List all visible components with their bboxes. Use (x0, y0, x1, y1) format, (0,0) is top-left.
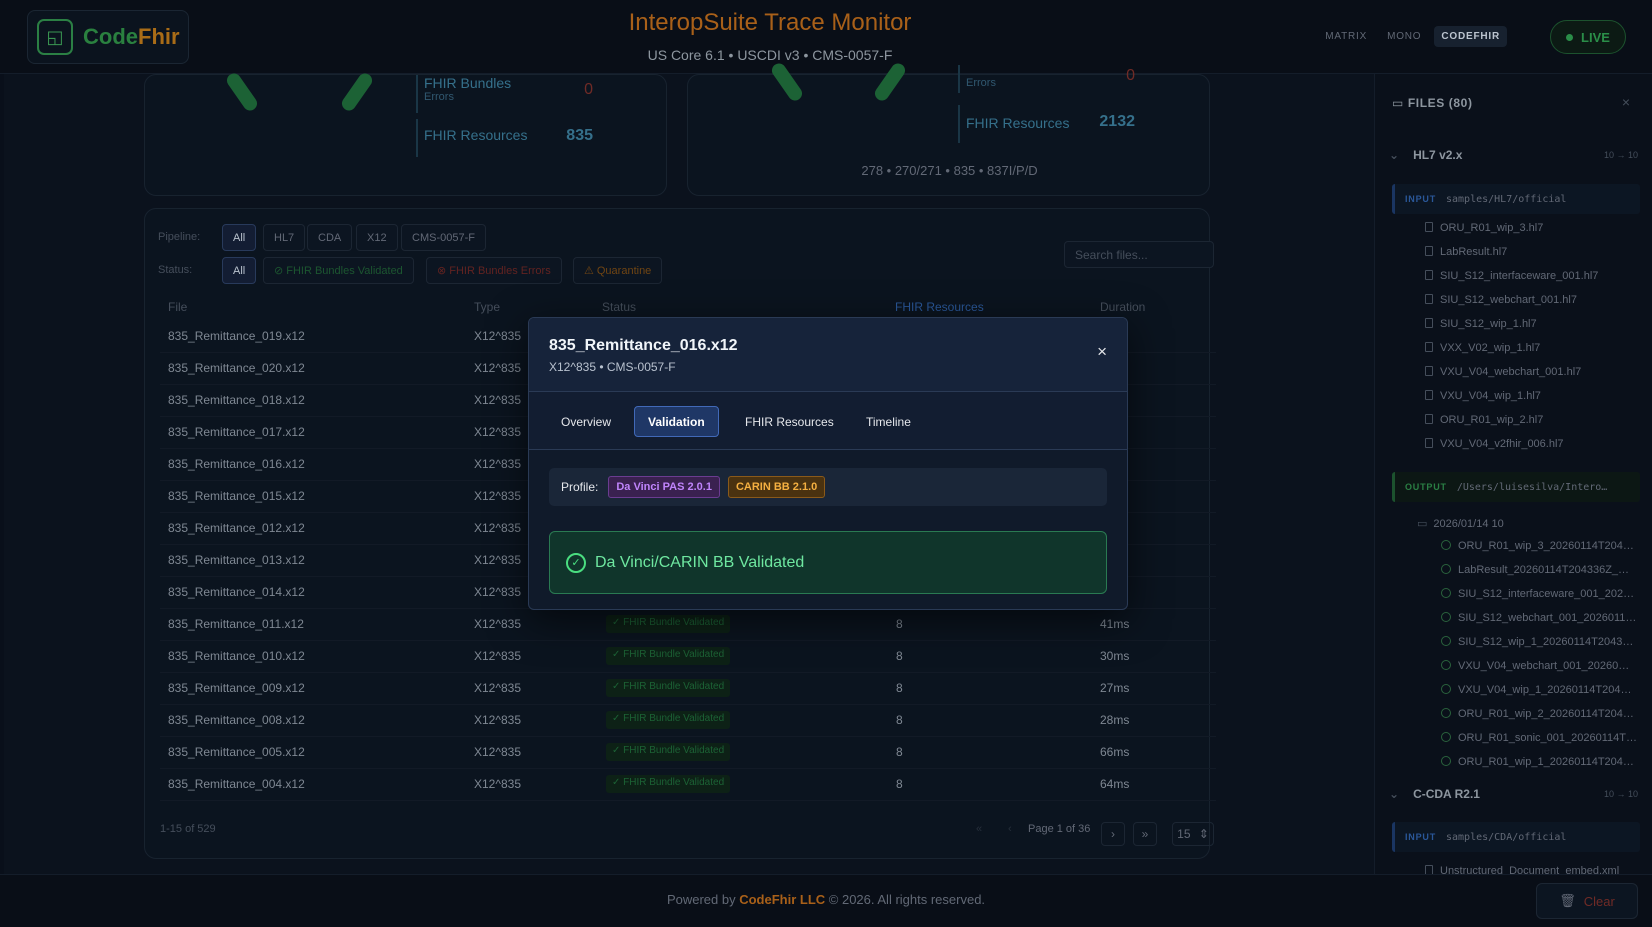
check-circle-icon: ✓ (566, 552, 586, 573)
validation-result: ✓ Da Vinci/CARIN BB Validated (549, 531, 1107, 594)
modal-title: 835_Remittance_016.x12 (549, 337, 738, 354)
app-root: ◱ CodeFhir InteropSuite Trace Monitor US… (0, 0, 1652, 927)
close-icon[interactable]: × (1097, 342, 1107, 362)
profile-row: Profile: Da Vinci PAS 2.0.1 CARIN BB 2.1… (549, 468, 1107, 506)
validation-result-text: Da Vinci/CARIN BB Validated (595, 553, 805, 571)
modal-tabs: Overview Validation FHIR Resources Timel… (529, 392, 1127, 450)
tab-fhir-resources[interactable]: FHIR Resources (732, 406, 847, 437)
tab-validation[interactable]: Validation (634, 406, 719, 437)
tab-timeline[interactable]: Timeline (853, 406, 924, 437)
modal-header: 835_Remittance_016.x12 X12^835 • CMS-005… (529, 318, 1127, 392)
profile-badge-carin: CARIN BB 2.1.0 (727, 476, 826, 498)
file-detail-modal: 835_Remittance_016.x12 X12^835 • CMS-005… (528, 317, 1128, 610)
profile-badge-davinci: Da Vinci PAS 2.0.1 (608, 476, 720, 498)
profile-label: Profile: (561, 480, 599, 494)
modal-subtitle: X12^835 • CMS-0057-F (549, 360, 676, 374)
tab-overview[interactable]: Overview (548, 406, 624, 437)
